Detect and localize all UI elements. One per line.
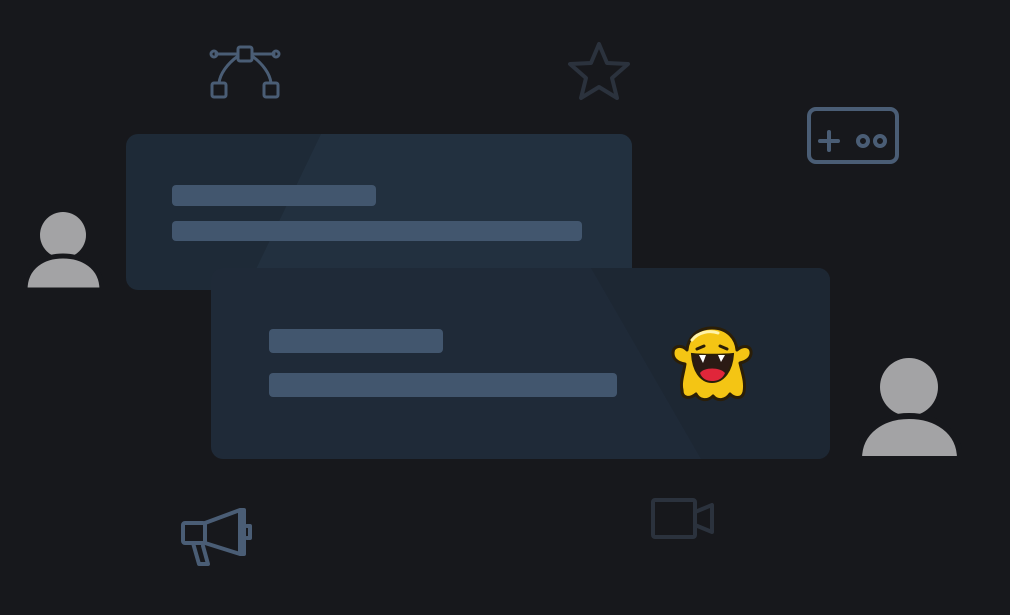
placeholder-line-long	[269, 373, 617, 397]
message-card-back	[126, 134, 632, 290]
placeholder-line-short	[269, 329, 443, 353]
user-avatar-right-icon	[858, 358, 962, 462]
card-sheen	[246, 134, 632, 290]
laughing-ghost-emoji	[671, 326, 753, 402]
placeholder-line-short	[172, 185, 376, 206]
placeholder-line-long	[172, 221, 582, 241]
gamepad-icon	[807, 107, 899, 164]
megaphone-icon	[181, 508, 252, 566]
illustration-canvas	[0, 0, 1010, 615]
video-camera-icon	[651, 498, 714, 539]
bezier-curve-icon	[209, 45, 281, 99]
star-icon	[568, 42, 630, 100]
user-avatar-left-icon	[24, 212, 104, 292]
